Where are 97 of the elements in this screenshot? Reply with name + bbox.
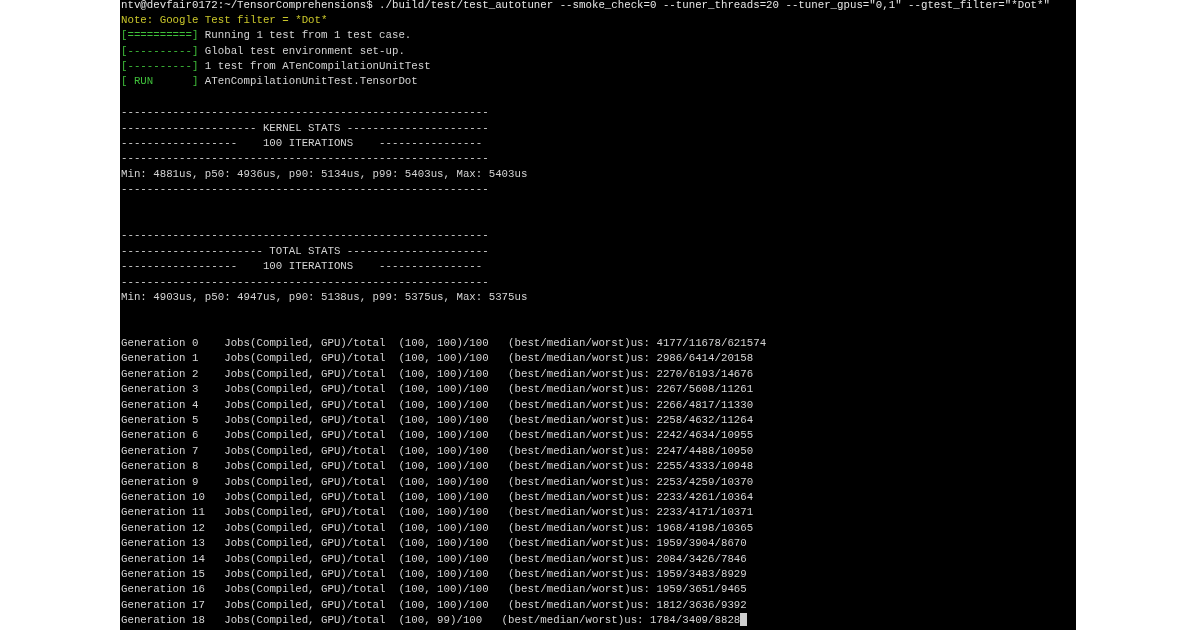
job-counts: (100, 100)/100 — [398, 429, 489, 442]
jobs-label: Jobs(Compiled, GPU)/total — [224, 506, 386, 519]
jobs-label: Jobs(Compiled, GPU)/total — [224, 598, 386, 611]
job-counts: (100, 100)/100 — [398, 444, 489, 457]
jobs-label: Jobs(Compiled, GPU)/total — [224, 444, 386, 457]
jobs-label: Jobs(Compiled, GPU)/total — [224, 337, 386, 350]
timing-stats: (best/median/worst)us: 2266/4817/11330 — [508, 398, 754, 411]
stats-summary: Min: 4881us, p50: 4936us, p90: 5134us, p99: 5403us, Max: 5403us — [121, 167, 528, 180]
generation-label: Generation 10 — [121, 491, 205, 503]
timing-stats: (best/median/worst)us: 2258/4632/11264 — [508, 414, 754, 427]
dashed-separator: --------------------------------------------------------- — [121, 152, 489, 165]
generation-label: Generation 12 — [121, 521, 205, 534]
test-message: 1 test from ATenCompilationUnitTest — [204, 60, 431, 73]
generation-label: Generation 9 — [121, 475, 199, 488]
job-counts: (100, 99)/100 — [398, 614, 483, 627]
test-status-tag: [----------] — [121, 60, 199, 73]
timing-stats: (best/median/worst)us: 1812/3636/9392 — [508, 598, 747, 611]
test-status-tag: [ RUN ] — [121, 75, 199, 88]
timing-stats: (best/median/worst)us: 2084/3426/7846 — [508, 552, 747, 565]
job-counts: (100, 100)/100 — [398, 460, 489, 473]
timing-stats: (best/median/worst)us: 4177/11678/621574 — [508, 337, 767, 350]
section-heading: ------------------ 100 ITERATIONS ---------------- — [121, 260, 483, 273]
dashed-separator: --------------------------------------------------------- — [121, 183, 489, 196]
job-counts: (100, 100)/100 — [398, 521, 489, 534]
job-counts: (100, 100)/100 — [398, 367, 489, 380]
dashed-separator: --------------------------------------------------------- — [121, 106, 489, 119]
jobs-label: Jobs(Compiled, GPU)/total — [224, 614, 386, 627]
command-prompt: ntv@devfair0172:~/TensorComprehensions$ ./build/test/test_autotuner --smoke_check=0 --tuner_threads=20 --tuner_gpus="0,1" --gtest_filter="*Dot*" — [121, 0, 1050, 11]
job-counts: (100, 100)/100 — [398, 567, 489, 580]
timing-stats: (best/median/worst)us: 2255/4333/10948 — [508, 460, 754, 473]
jobs-label: Jobs(Compiled, GPU)/total — [224, 583, 386, 596]
dashed-separator: --------------------------------------------------------- — [121, 275, 489, 288]
timing-stats: (best/median/worst)us: 1959/3904/8670 — [508, 537, 747, 550]
job-counts: (100, 100)/100 — [398, 337, 489, 350]
jobs-label: Jobs(Compiled, GPU)/total — [224, 383, 386, 396]
timing-stats: (best/median/worst)us: 2270/6193/14676 — [508, 367, 754, 380]
jobs-label: Jobs(Compiled, GPU)/total — [224, 460, 386, 473]
timing-stats: (best/median/worst)us: 2233/4171/10371 — [508, 506, 754, 519]
section-heading: ------------------ 100 ITERATIONS ---------------- — [121, 137, 483, 149]
filter-note: Note: Google Test filter = *Dot* — [121, 13, 328, 26]
job-counts: (100, 100)/100 — [398, 475, 489, 488]
job-counts: (100, 100)/100 — [398, 398, 489, 411]
generation-label: Generation 8 — [121, 460, 199, 473]
timing-stats: (best/median/worst)us: 2253/4259/10370 — [508, 475, 754, 488]
stats-summary: Min: 4903us, p50: 4947us, p90: 5138us, p99: 5375us, Max: 5375us — [121, 290, 528, 303]
generation-label: Generation 11 — [121, 506, 205, 519]
section-heading: ---------------------- TOTAL STATS ---------------------- — [121, 244, 489, 257]
timing-stats: (best/median/worst)us: 1959/3483/8929 — [508, 567, 747, 580]
jobs-label: Jobs(Compiled, GPU)/total — [224, 475, 386, 488]
jobs-label: Jobs(Compiled, GPU)/total — [224, 414, 386, 427]
job-counts: (100, 100)/100 — [398, 552, 489, 565]
job-counts: (100, 100)/100 — [398, 352, 489, 365]
jobs-label: Jobs(Compiled, GPU)/total — [224, 537, 386, 550]
timing-stats: (best/median/worst)us: 1968/4198/10365 — [508, 521, 754, 534]
generation-label: Generation 17 — [121, 598, 205, 611]
generation-label: Generation 3 — [121, 383, 199, 396]
job-counts: (100, 100)/100 — [398, 383, 489, 396]
job-counts: (100, 100)/100 — [398, 506, 489, 519]
timing-stats: (best/median/worst)us: 2247/4488/10950 — [508, 444, 754, 457]
section-heading: --------------------- KERNEL STATS ---------------------- — [121, 121, 489, 134]
generation-label: Generation 14 — [121, 552, 205, 565]
generation-label: Generation 16 — [121, 583, 205, 596]
generation-label: Generation 2 — [121, 367, 199, 380]
timing-stats: (best/median/worst)us: 1784/3409/8828 — [501, 614, 741, 627]
jobs-label: Jobs(Compiled, GPU)/total — [224, 398, 386, 411]
test-message: Running 1 test from 1 test case. — [204, 29, 412, 42]
generation-label: Generation 18 — [121, 614, 205, 627]
jobs-label: Jobs(Compiled, GPU)/total — [224, 521, 386, 534]
jobs-label: Jobs(Compiled, GPU)/total — [224, 491, 386, 503]
test-message: ATenCompilationUnitTest.TensorDot — [204, 75, 418, 88]
timing-stats: (best/median/worst)us: 1959/3651/9465 — [508, 583, 747, 596]
job-counts: (100, 100)/100 — [398, 414, 489, 427]
generation-label: Generation 1 — [121, 352, 199, 365]
timing-stats: (best/median/worst)us: 2986/6414/20158 — [508, 352, 754, 365]
timing-stats: (best/median/worst)us: 2233/4261/10364 — [508, 491, 754, 503]
dashed-separator: --------------------------------------------------------- — [121, 229, 489, 242]
job-counts: (100, 100)/100 — [398, 598, 489, 611]
job-counts: (100, 100)/100 — [398, 583, 489, 596]
jobs-label: Jobs(Compiled, GPU)/total — [224, 352, 386, 365]
jobs-label: Jobs(Compiled, GPU)/total — [224, 429, 386, 442]
generation-label: Generation 15 — [121, 567, 205, 580]
test-message: Global test environment set-up. — [204, 44, 405, 57]
test-status-tag: [==========] — [121, 29, 199, 42]
timing-stats: (best/median/worst)us: 2267/5608/11261 — [508, 383, 754, 396]
jobs-label: Jobs(Compiled, GPU)/total — [224, 552, 386, 565]
generation-label: Generation 0 — [121, 337, 199, 350]
generation-label: Generation 4 — [121, 398, 199, 411]
generation-label: Generation 7 — [121, 444, 199, 457]
job-counts: (100, 100)/100 — [398, 491, 489, 503]
jobs-label: Jobs(Compiled, GPU)/total — [224, 567, 386, 580]
generation-label: Generation 5 — [121, 414, 199, 427]
timing-stats: (best/median/worst)us: 2242/4634/10955 — [508, 429, 754, 442]
jobs-label: Jobs(Compiled, GPU)/total — [224, 367, 386, 380]
generation-label: Generation 13 — [121, 537, 205, 550]
test-status-tag: [----------] — [121, 44, 199, 57]
job-counts: (100, 100)/100 — [398, 537, 489, 550]
generation-label: Generation 6 — [121, 429, 199, 442]
